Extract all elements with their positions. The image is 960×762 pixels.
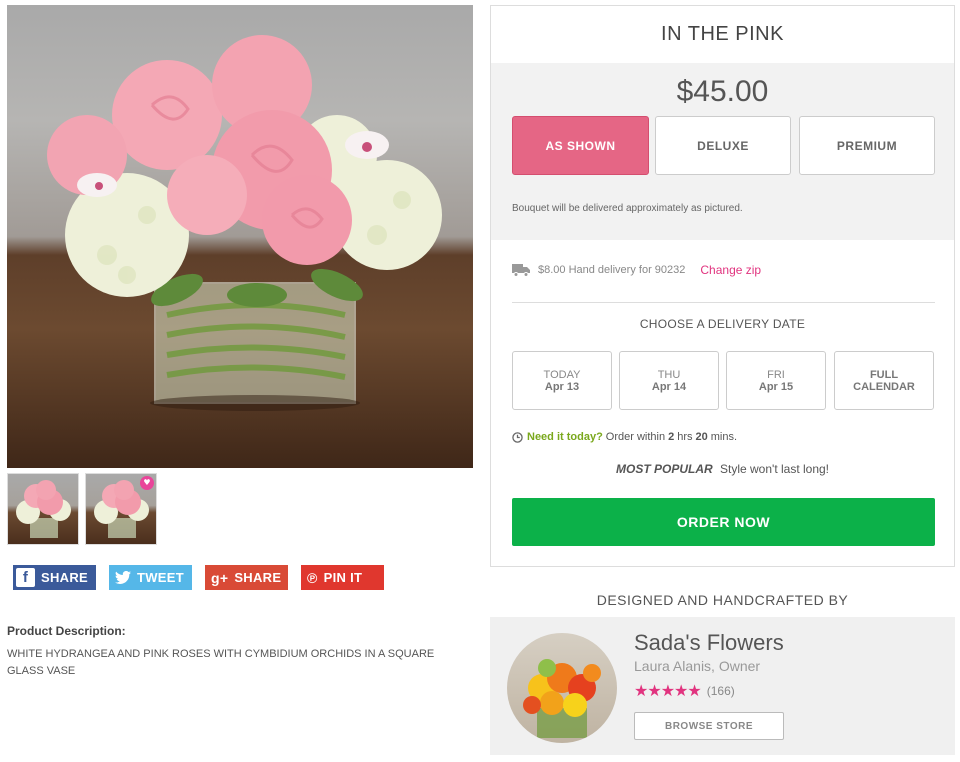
truck-icon bbox=[512, 264, 530, 277]
date-option-fri[interactable]: FRI Apr 15 bbox=[726, 351, 826, 410]
googleplus-share-button[interactable]: g+ SHARE bbox=[205, 565, 288, 590]
twitter-bird-icon bbox=[115, 571, 131, 584]
product-description-text: WHITE HYDRANGEA AND PINK ROSES WITH CYMB… bbox=[7, 648, 435, 677]
divider bbox=[512, 302, 935, 303]
product-description-title: Product Description: bbox=[7, 624, 126, 638]
most-popular-row: MOST POPULAR Style won't last long! bbox=[491, 462, 954, 476]
googleplus-icon: g+ bbox=[211, 569, 229, 586]
date-value: Apr 13 bbox=[544, 380, 580, 393]
full-calendar-button[interactable]: FULL CALENDAR bbox=[834, 351, 934, 410]
date-day: TODAY bbox=[543, 368, 581, 381]
full-calendar-line2: CALENDAR bbox=[853, 380, 915, 393]
purchase-panel: IN THE PINK $45.00 AS SHOWN DELUXE PREMI… bbox=[490, 5, 955, 567]
date-value: Apr 15 bbox=[758, 380, 794, 393]
googleplus-share-label: SHARE bbox=[234, 570, 282, 585]
delivery-fee-text: $8.00 Hand delivery for 90232 bbox=[538, 264, 686, 276]
date-day: FRI bbox=[767, 368, 785, 381]
minutes-value: 20 bbox=[695, 431, 708, 443]
order-within-text: Order within bbox=[605, 431, 666, 443]
heart-icon: ♥ bbox=[140, 476, 154, 490]
date-value: Apr 14 bbox=[651, 380, 687, 393]
change-zip-link[interactable]: Change zip bbox=[700, 263, 761, 277]
pinterest-pin-label: PIN IT bbox=[323, 570, 363, 585]
most-popular-label: MOST POPULAR bbox=[615, 462, 713, 476]
date-option-today[interactable]: TODAY Apr 13 bbox=[512, 351, 612, 410]
florist-owner: Laura Alanis, Owner bbox=[634, 658, 761, 674]
florist-name[interactable]: Sada's Flowers bbox=[634, 630, 784, 656]
date-option-thu[interactable]: THU Apr 14 bbox=[619, 351, 719, 410]
hours-label: hrs bbox=[677, 431, 693, 443]
browse-store-button[interactable]: BROWSE STORE bbox=[634, 712, 784, 740]
option-premium-button[interactable]: PREMIUM bbox=[799, 116, 935, 175]
facebook-share-button[interactable]: f SHARE bbox=[13, 565, 96, 590]
florist-avatar[interactable] bbox=[507, 633, 617, 743]
option-as-shown-button[interactable]: AS SHOWN bbox=[512, 116, 649, 175]
urgency-row: Need it today? Order within 2 hrs 20 min… bbox=[512, 431, 737, 443]
option-deluxe-button[interactable]: DELUXE bbox=[655, 116, 791, 175]
review-count[interactable]: (166) bbox=[707, 684, 735, 698]
minutes-label: mins. bbox=[710, 431, 738, 443]
product-main-image[interactable] bbox=[7, 5, 473, 468]
bouquet-note: Bouquet will be delivered approximately … bbox=[512, 203, 743, 214]
florist-card: Sada's Flowers Laura Alanis, Owner ★★★★★… bbox=[490, 617, 955, 755]
star-rating-icon: ★★★★★ bbox=[634, 681, 702, 700]
date-day: THU bbox=[657, 368, 681, 381]
facebook-share-label: SHARE bbox=[41, 570, 89, 585]
thumbnail-deluxe[interactable]: ♥ bbox=[85, 473, 157, 545]
delivery-date-title: CHOOSE A DELIVERY DATE bbox=[639, 317, 806, 331]
product-title: IN THE PINK bbox=[661, 23, 784, 45]
delivery-info-row: $8.00 Hand delivery for 90232 Change zip bbox=[512, 263, 761, 277]
order-now-button[interactable]: ORDER NOW bbox=[512, 498, 935, 546]
twitter-tweet-button[interactable]: TWEET bbox=[109, 565, 192, 590]
price-section: $45.00 AS SHOWN DELUXE PREMIUM Bouquet w… bbox=[491, 63, 954, 240]
full-calendar-line1: FULL bbox=[869, 368, 899, 381]
florist-rating: ★★★★★ (166) bbox=[634, 681, 735, 700]
thumbnail-as-shown[interactable] bbox=[7, 473, 79, 545]
designed-by-title: DESIGNED AND HANDCRAFTED BY bbox=[596, 592, 849, 608]
pinterest-pin-button[interactable]: ℗ PIN IT bbox=[301, 565, 384, 590]
product-price: $45.00 bbox=[676, 75, 769, 108]
twitter-tweet-label: TWEET bbox=[137, 570, 184, 585]
clock-icon bbox=[512, 431, 523, 443]
most-popular-text: Style won't last long! bbox=[720, 462, 830, 476]
pinterest-icon: ℗ bbox=[307, 569, 318, 586]
need-it-today-label: Need it today? bbox=[527, 431, 603, 443]
hours-value: 2 bbox=[668, 431, 675, 443]
facebook-icon: f bbox=[16, 568, 35, 587]
